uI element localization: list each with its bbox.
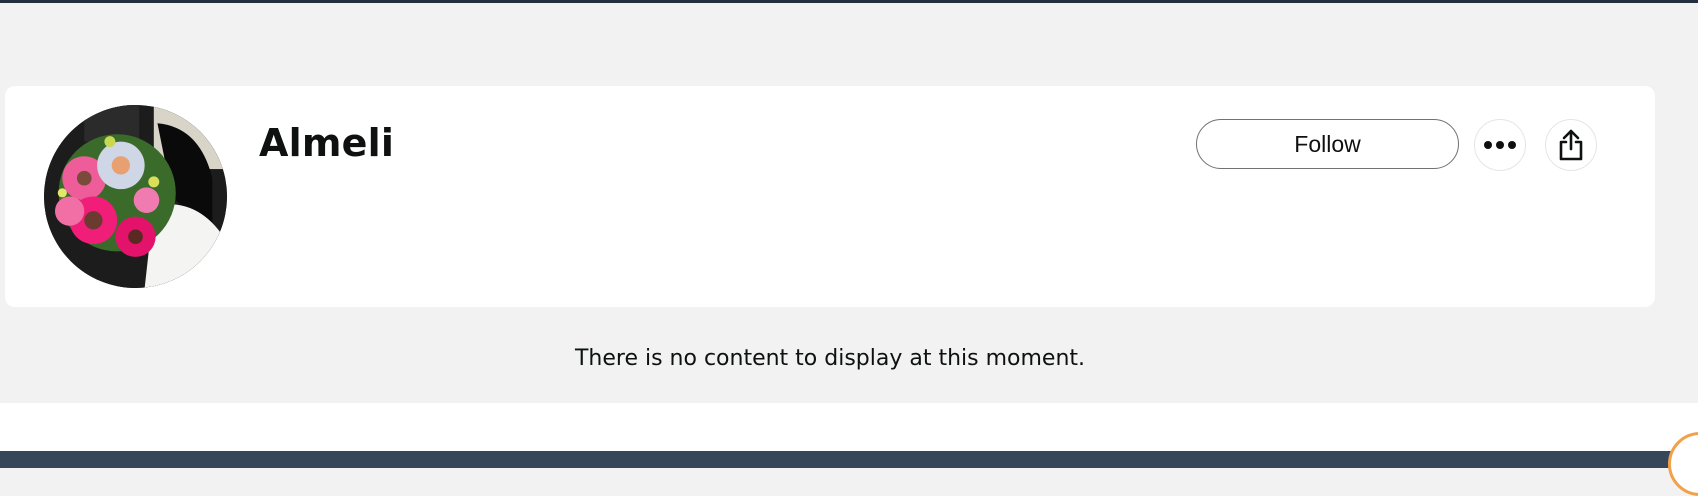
avatar-image xyxy=(44,105,227,288)
content-bottom-spacer xyxy=(0,403,1698,451)
avatar[interactable] xyxy=(44,105,227,288)
follow-button[interactable]: Follow xyxy=(1196,119,1459,169)
profile-page-content: Almeli Follow There is no content to dis… xyxy=(0,3,1698,403)
more-options-button[interactable] xyxy=(1474,119,1526,171)
more-options-icon xyxy=(1484,141,1516,149)
empty-feed-message: There is no content to display at this m… xyxy=(574,346,1086,371)
share-button[interactable] xyxy=(1545,119,1597,171)
share-icon xyxy=(1559,129,1583,161)
footer-bar xyxy=(0,451,1698,468)
profile-name: Almeli xyxy=(259,121,395,165)
profile-card: Almeli Follow xyxy=(5,86,1655,307)
